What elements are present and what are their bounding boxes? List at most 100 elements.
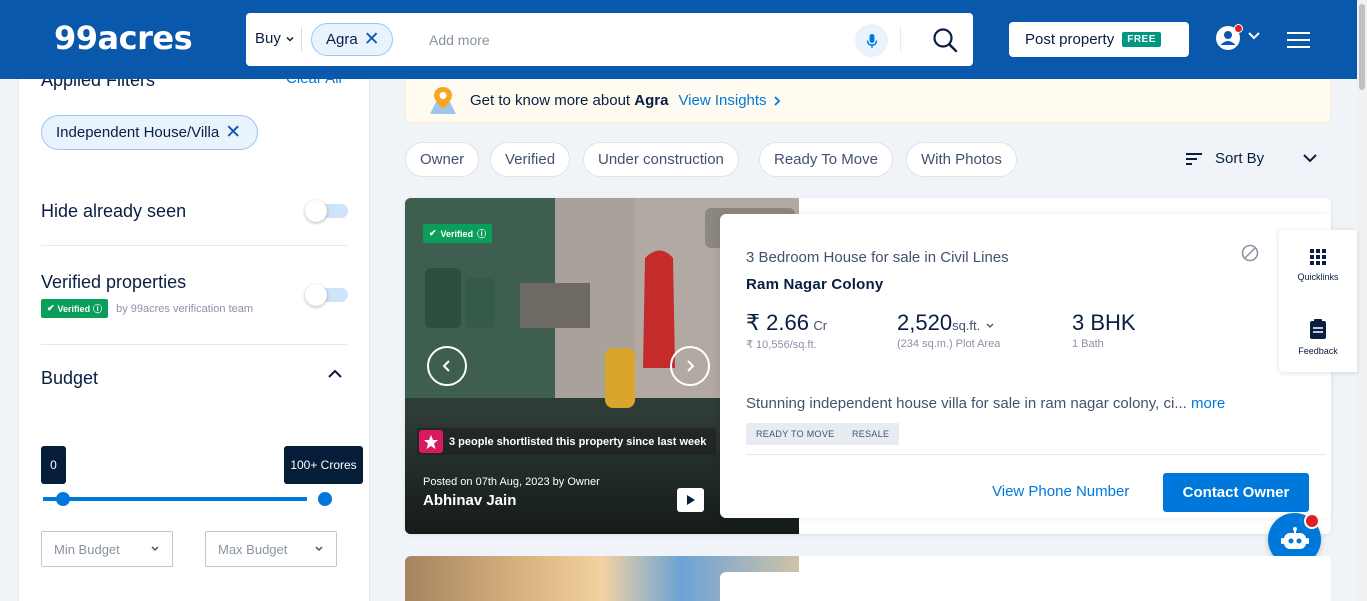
quicklinks-button[interactable]: Quicklinks — [1279, 248, 1357, 282]
verified-by-text: by 99acres verification team — [116, 302, 254, 315]
buy-label: Buy — [255, 30, 281, 47]
check-icon: ✔ — [47, 303, 55, 313]
close-icon[interactable]: ✕ — [364, 30, 380, 49]
microphone-button[interactable] — [855, 24, 888, 57]
property-description: Stunning independent house villa for sal… — [746, 395, 1225, 412]
view-insights-link[interactable]: View Insights — [678, 92, 780, 109]
info-icon: ⓘ — [477, 229, 487, 239]
max-budget-select[interactable]: Max Budget — [205, 531, 337, 567]
hide-seen-toggle[interactable] — [305, 200, 348, 222]
divider — [301, 27, 302, 52]
insights-text: Get to know more about Agra — [470, 92, 668, 109]
chevron-down-icon[interactable] — [1247, 31, 1261, 41]
post-property-button[interactable]: Post property FREE — [1009, 22, 1189, 57]
prev-photo-button[interactable] — [427, 346, 467, 386]
hide-property-icon[interactable] — [1241, 244, 1259, 262]
quicklinks-panel: Quicklinks Feedback — [1279, 230, 1357, 372]
budget-slider-max-handle[interactable] — [318, 492, 332, 506]
filter-chip-label: Independent House/Villa — [56, 124, 220, 141]
clipboard-icon — [1310, 319, 1326, 339]
filter-panel: Applied Filters Clear All Independent Ho… — [18, 0, 370, 601]
notification-dot — [1304, 513, 1320, 529]
scrollbar[interactable] — [1357, 0, 1367, 601]
buy-dropdown[interactable]: Buy — [255, 30, 295, 47]
search-icon[interactable] — [932, 27, 958, 53]
search-input[interactable]: Add more — [429, 32, 490, 48]
min-budget-select[interactable]: Min Budget — [41, 531, 173, 567]
chevron-right-icon — [687, 360, 695, 372]
property-title[interactable]: Ram Nagar Colony — [746, 276, 883, 293]
menu-icon[interactable] — [1287, 32, 1310, 53]
min-budget-bubble: 0 — [41, 446, 66, 484]
max-budget-bubble: 100+ Crores — [284, 446, 363, 484]
hide-seen-label: Hide already seen — [41, 201, 187, 221]
logo-99acres[interactable]: 99acres — [54, 19, 193, 57]
feedback-button[interactable]: Feedback — [1279, 318, 1357, 356]
video-play-button[interactable] — [677, 488, 704, 512]
divider — [746, 454, 1326, 455]
budget-title: Budget — [41, 368, 99, 388]
bath-count: 1 Bath — [1072, 338, 1104, 350]
area-block[interactable]: 2,520sq.ft. (234 sq.m.) Plot Area — [897, 310, 1000, 350]
view-phone-number-button[interactable]: View Phone Number — [992, 483, 1129, 500]
quick-filter-owner[interactable]: Owner — [405, 142, 480, 177]
price-value: ₹ 2.66 — [746, 310, 809, 335]
shortlist-banner: 3 people shortlisted this property since… — [417, 428, 717, 455]
quick-filter-verified[interactable]: Verified — [490, 142, 571, 177]
top-header: 99acres Buy Agra ✕ Add more Post propert… — [0, 0, 1357, 79]
max-budget-label: Max Budget — [218, 541, 288, 557]
description-text: Stunning independent house villa for sal… — [746, 395, 1187, 412]
property-details[interactable]: 3 Bedroom House for sale in Civil Lines … — [720, 214, 1331, 518]
contact-owner-button[interactable]: Contact Owner — [1163, 473, 1309, 512]
search-bar: Buy Agra ✕ Add more — [246, 13, 973, 66]
quick-filter-with-photos[interactable]: With Photos — [906, 142, 1017, 177]
verified-badge: ✔ Verified ⓘ — [423, 224, 493, 243]
divider — [41, 245, 347, 246]
chevron-down-icon — [986, 323, 994, 328]
verified-properties-label: Verified properties — [41, 272, 187, 292]
bhk-value: 3 BHK — [1072, 310, 1136, 335]
chevron-left-icon — [442, 360, 450, 372]
check-icon: ✔ — [429, 228, 437, 238]
insights-city: Agra — [634, 92, 669, 109]
price-block: ₹ 2.66 Cr ₹ 10,556/sq.ft. — [746, 310, 827, 351]
area-sub: (234 sq.m.) Plot Area — [897, 338, 1001, 350]
property-subtitle[interactable]: 3 Bedroom House for sale in Civil Lines — [746, 249, 1009, 266]
chevron-down-icon — [286, 36, 294, 42]
config-block: 3 BHK 1 Bath — [1072, 310, 1136, 350]
area-value: 2,520 — [897, 310, 953, 335]
quick-filter-ready-to-move[interactable]: Ready To Move — [759, 142, 893, 177]
close-icon[interactable]: ✕ — [225, 123, 241, 142]
budget-slider-min-handle[interactable] — [56, 492, 70, 506]
star-icon — [419, 430, 443, 453]
next-photo-button[interactable] — [670, 346, 710, 386]
quick-filter-under-construction[interactable]: Under construction — [583, 142, 739, 177]
free-badge: FREE — [1122, 32, 1161, 47]
verified-badge-label: Verified — [440, 228, 474, 239]
tag-ready-to-move: READY TO MOVE — [746, 423, 845, 445]
verified-badge-label: Verified — [57, 303, 91, 314]
view-insights-label: View Insights — [678, 92, 767, 109]
chevron-down-icon — [151, 546, 159, 552]
price-unit: Cr — [813, 318, 828, 333]
city-chip[interactable]: Agra ✕ — [311, 23, 393, 56]
property-details[interactable] — [720, 572, 1331, 601]
insights-prefix: Get to know more about — [470, 92, 631, 109]
notification-dot — [1234, 24, 1243, 33]
divider — [900, 27, 901, 52]
price-per-sqft: ₹ 10,556/sq.ft. — [746, 339, 817, 351]
chevron-down-icon[interactable] — [1302, 152, 1318, 164]
min-budget-label: Min Budget — [54, 541, 120, 557]
chevron-up-icon[interactable] — [327, 368, 343, 380]
tag-resale: RESALE — [842, 423, 900, 445]
feedback-label: Feedback — [1298, 346, 1338, 356]
area-unit: sq.ft. — [952, 318, 981, 333]
more-link[interactable]: more — [1191, 395, 1225, 412]
scrollbar-thumb[interactable] — [1359, 4, 1365, 90]
sort-by-button[interactable]: Sort By — [1185, 150, 1264, 167]
applied-filter-chip[interactable]: Independent House/Villa ✕ — [41, 115, 259, 150]
budget-slider-track[interactable] — [43, 497, 307, 501]
divider — [41, 344, 347, 345]
verified-toggle[interactable] — [305, 284, 348, 306]
city-chip-label: Agra — [326, 31, 358, 48]
